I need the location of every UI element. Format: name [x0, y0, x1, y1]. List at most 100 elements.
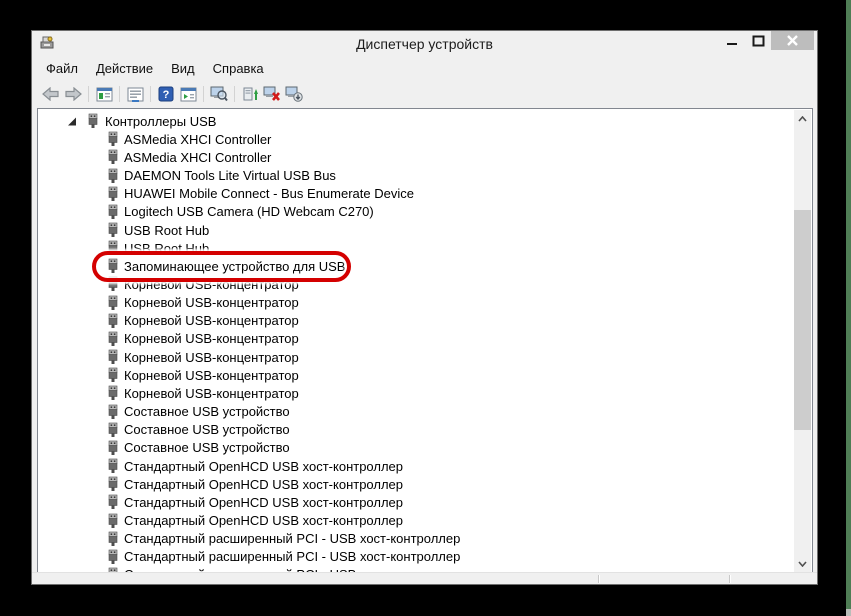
status-bar	[32, 572, 817, 584]
tree-item-row[interactable]: Корневой USB-концентратор	[38, 294, 792, 312]
scan-hardware-changes-icon[interactable]	[208, 83, 230, 105]
tree-category-row[interactable]: Контроллеры USB	[38, 112, 792, 130]
usb-device-icon	[87, 113, 99, 129]
scroll-down-icon[interactable]	[794, 555, 811, 572]
tree-item-row[interactable]: ASMedia XHCI Controller	[38, 130, 792, 148]
tree-item-label: USB Root Hub	[124, 241, 209, 256]
minimize-button[interactable]	[719, 31, 745, 50]
tree-item-label: Корневой USB-концентратор	[124, 277, 299, 292]
tree-item-label: Корневой USB-концентратор	[124, 386, 299, 401]
device-tree-panel: Контроллеры USB ASMedia XHCI Controller AS…	[37, 108, 813, 574]
tree-item-row[interactable]: Корневой USB-концентратор	[38, 348, 792, 366]
tree-item-row[interactable]: Стандартный OpenHCD USB хост-контроллер	[38, 475, 792, 493]
tree-item-label: HUAWEI Mobile Connect - Bus Enumerate De…	[124, 186, 414, 201]
vertical-scrollbar[interactable]	[794, 110, 811, 572]
tree-item-row[interactable]: Корневой USB-концентратор	[38, 312, 792, 330]
statusbar-separator	[729, 575, 731, 583]
usb-device-icon	[107, 476, 119, 492]
usb-device-icon	[107, 349, 119, 365]
help-icon[interactable]: ?	[155, 83, 177, 105]
usb-device-icon	[107, 131, 119, 147]
statusbar-separator	[598, 575, 600, 583]
screenshot-edge-artifact	[846, 0, 851, 616]
device-manager-window: Диспетчер устройств Файл Действие Вид Сп…	[31, 30, 818, 585]
menu-view[interactable]: Вид	[162, 58, 204, 79]
tree-item-row[interactable]: Корневой USB-концентратор	[38, 366, 792, 384]
usb-device-icon	[107, 222, 119, 238]
usb-device-icon	[107, 168, 119, 184]
update-driver-icon[interactable]	[239, 83, 261, 105]
expander-icon[interactable]	[68, 117, 77, 126]
menu-file[interactable]: Файл	[37, 58, 87, 79]
tree-item-row[interactable]: Корневой USB-концентратор	[38, 330, 792, 348]
tree-item-label: ASMedia XHCI Controller	[124, 132, 271, 147]
close-button[interactable]	[771, 31, 814, 50]
tree-item-row[interactable]: Корневой USB-концентратор	[38, 275, 792, 293]
tree-item-label: Стандартный OpenHCD USB хост-контроллер	[124, 495, 403, 510]
tree-item-row[interactable]: Составное USB устройство	[38, 439, 792, 457]
tree-item-row[interactable]: Стандартный OpenHCD USB хост-контроллер	[38, 493, 792, 511]
usb-device-icon	[107, 513, 119, 529]
menu-action[interactable]: Действие	[87, 58, 162, 79]
tree-item-row[interactable]: USB Root Hub	[38, 239, 792, 257]
disable-device-icon[interactable]	[283, 83, 305, 105]
scrollbar-thumb[interactable]	[794, 210, 811, 430]
show-console-tree-icon[interactable]	[93, 83, 115, 105]
tree-item-label: USB Root Hub	[124, 223, 209, 238]
tree-item-label: ASMedia XHCI Controller	[124, 150, 271, 165]
tree-item-label: Запоминающее устройство для USB	[124, 259, 345, 274]
tree-item-row[interactable]: Стандартный расширенный PCI - USB хост-к…	[38, 530, 792, 548]
usb-device-icon	[107, 422, 119, 438]
tree-item-label: Корневой USB-концентратор	[124, 313, 299, 328]
maximize-button[interactable]	[745, 31, 771, 50]
usb-device-icon	[107, 494, 119, 510]
tree-item-row[interactable]: DAEMON Tools Lite Virtual USB Bus	[38, 166, 792, 184]
tree-item-label: Стандартный OpenHCD USB хост-контроллер	[124, 477, 403, 492]
usb-device-icon	[107, 440, 119, 456]
tree-item-label: Составное USB устройство	[124, 422, 290, 437]
usb-device-icon	[107, 276, 119, 292]
tree-item-row[interactable]: ASMedia XHCI Controller	[38, 148, 792, 166]
usb-device-icon	[107, 404, 119, 420]
tree-item-label: Стандартный OpenHCD USB хост-контроллер	[124, 459, 403, 474]
tree-item-row[interactable]: Logitech USB Camera (HD Webcam C270)	[38, 203, 792, 221]
tree-item-label: Стандартный расширенный PCI - USB хост-к…	[124, 549, 460, 564]
tree-item-row[interactable]: Стандартный OpenHCD USB хост-контроллер	[38, 457, 792, 475]
tree-item-label: Составное USB устройство	[124, 440, 290, 455]
usb-device-icon	[107, 258, 119, 274]
tree-item-row[interactable]: USB Root Hub	[38, 221, 792, 239]
window-title: Диспетчер устройств	[32, 36, 817, 52]
tree-item-row[interactable]: Стандартный OpenHCD USB хост-контроллер	[38, 511, 792, 529]
toolbar-separator	[119, 86, 120, 102]
back-icon[interactable]	[40, 83, 62, 105]
properties-icon[interactable]	[124, 83, 146, 105]
tree-item-row[interactable]: HUAWEI Mobile Connect - Bus Enumerate De…	[38, 185, 792, 203]
uninstall-device-icon[interactable]	[261, 83, 283, 105]
tree-item-row[interactable]: Стандартный расширенный PCI - USB хост-к…	[38, 548, 792, 566]
usb-device-icon	[107, 549, 119, 565]
tree-item-row[interactable]: Запоминающее устройство для USB	[38, 257, 792, 275]
usb-device-icon	[107, 240, 119, 256]
toolbar-separator	[88, 86, 89, 102]
tree-item-row[interactable]: Составное USB устройство	[38, 421, 792, 439]
menu-help[interactable]: Справка	[204, 58, 273, 79]
tree-item-row[interactable]: Корневой USB-концентратор	[38, 384, 792, 402]
tree-item-label: Контроллеры USB	[105, 114, 216, 129]
scroll-up-icon[interactable]	[794, 110, 811, 127]
device-tree: Контроллеры USB ASMedia XHCI Controller AS…	[38, 112, 792, 574]
forward-icon[interactable]	[62, 83, 84, 105]
usb-device-icon	[107, 149, 119, 165]
toolbar-separator	[234, 86, 235, 102]
tree-item-label: Стандартный расширенный PCI - USB хост-к…	[124, 531, 460, 546]
toolbar: ?	[32, 80, 817, 108]
usb-device-icon	[107, 531, 119, 547]
tree-item-row[interactable]: Составное USB устройство	[38, 403, 792, 421]
tree-item-label: Корневой USB-концентратор	[124, 368, 299, 383]
tree-item-label: Составное USB устройство	[124, 404, 290, 419]
usb-device-icon	[107, 204, 119, 220]
toolbar-separator	[203, 86, 204, 102]
usb-device-icon	[107, 295, 119, 311]
titlebar[interactable]: Диспетчер устройств	[32, 31, 817, 57]
show-window-icon[interactable]	[177, 83, 199, 105]
usb-device-icon	[107, 367, 119, 383]
